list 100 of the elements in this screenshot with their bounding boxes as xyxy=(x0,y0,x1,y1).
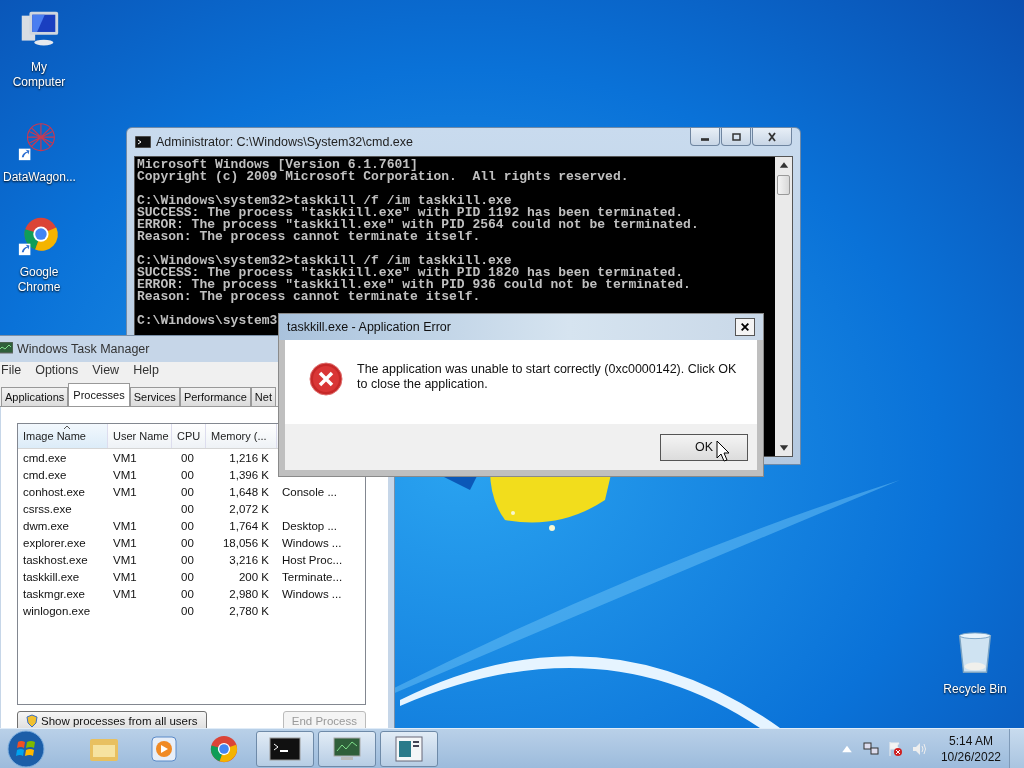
scroll-thumb[interactable] xyxy=(777,175,790,195)
table-cell: VM1 xyxy=(113,485,137,498)
start-button[interactable] xyxy=(6,728,46,768)
table-cell: Terminate... xyxy=(282,570,343,583)
table-cell: 2,980 K xyxy=(229,587,269,600)
vertical-scrollbar[interactable] xyxy=(775,157,792,456)
console-icon xyxy=(269,734,301,763)
clock-date: 10/26/2022 xyxy=(940,748,1001,765)
error-message: The application was unable to start correctly (0xc0000142). Click OK to close the application. xyxy=(357,362,738,392)
cursor-icon xyxy=(716,440,730,462)
table-cell: VM1 xyxy=(113,451,137,464)
table-cell: 00 xyxy=(181,570,194,583)
chrome-icon xyxy=(208,734,240,763)
console-line: Copyright (c) 2009 Microsoft Corporation. All rights reserved. xyxy=(137,171,629,183)
table-cell: 18,056 K xyxy=(222,536,269,549)
maximize-icon xyxy=(730,131,742,142)
console-line: Reason: The process cannot terminate itself. xyxy=(137,291,481,303)
table-cell: 00 xyxy=(181,519,194,532)
ok-button[interactable]: OK xyxy=(660,433,748,461)
table-cell: 00 xyxy=(181,536,194,549)
menu-item[interactable]: Options xyxy=(35,363,79,377)
table-cell: 00 xyxy=(181,587,194,600)
close-button[interactable] xyxy=(752,128,792,146)
table-cell: VM1 xyxy=(113,519,137,532)
console-line: C:\Windows\system3 xyxy=(137,315,278,327)
console-icon xyxy=(135,136,151,148)
table-cell: explorer.exe xyxy=(23,536,86,549)
desktop-icon-label[interactable]: Google Chrome xyxy=(3,265,75,295)
taskbar-button[interactable] xyxy=(318,730,376,767)
console-line: C:\Windows\system32>taskkill /f /im taskkill.exe xyxy=(137,255,512,267)
column-header[interactable]: Image Name xyxy=(18,424,108,448)
taskbar-button[interactable] xyxy=(256,730,314,767)
table-cell: VM1 xyxy=(113,536,137,549)
table-cell: 1,648 K xyxy=(229,485,269,498)
console-line: Microsoft Windows [Version 6.1.7601] xyxy=(137,159,418,171)
table-cell: VM1 xyxy=(113,570,137,583)
table-cell: 00 xyxy=(181,485,194,498)
tab[interactable]: Services xyxy=(129,387,180,406)
clock-time: 5:14 AM xyxy=(948,732,993,749)
tab[interactable]: Net xyxy=(250,387,276,406)
tab[interactable]: Processes xyxy=(68,383,130,406)
table-cell: taskmgr.exe xyxy=(23,587,85,600)
table-cell: Desktop ... xyxy=(282,519,337,532)
table-cell: cmd.exe xyxy=(23,468,67,481)
table-cell: Windows ... xyxy=(282,587,342,600)
console-line: ERROR: The process "taskkill.exe" with PID 936 could not be terminated. xyxy=(137,279,691,291)
table-cell: VM1 xyxy=(113,553,137,566)
table-cell: Windows ... xyxy=(282,536,342,549)
desktop-icon-label[interactable]: DataWagon... xyxy=(3,170,75,185)
table-cell: Host Proc... xyxy=(282,553,343,566)
table-cell: 2,072 K xyxy=(229,502,269,515)
table-cell: 1,396 K xyxy=(229,468,269,481)
table-cell: Console ... xyxy=(282,485,337,498)
sort-caret-icon xyxy=(62,425,71,430)
desktop-icon-label[interactable]: Recycle Bin xyxy=(939,682,1011,697)
tab[interactable]: Performance xyxy=(179,387,251,406)
table-cell: taskhost.exe xyxy=(23,553,88,566)
error-icon xyxy=(309,362,343,396)
clock[interactable]: 5:14 AM 10/26/2022 xyxy=(940,732,1001,765)
column-header[interactable]: CPU xyxy=(172,424,206,448)
shield-icon xyxy=(26,714,38,728)
menu-item[interactable]: Help xyxy=(133,363,159,377)
table-cell: winlogon.exe xyxy=(23,604,91,617)
table-cell: taskkill.exe xyxy=(23,570,80,583)
flag-icon[interactable] xyxy=(886,740,903,757)
table-cell: csrss.exe xyxy=(23,502,72,515)
column-header[interactable]: Memory (... xyxy=(206,424,277,448)
table-cell: 00 xyxy=(181,451,194,464)
window-title: Administrator: C:\Windows\System32\cmd.exe xyxy=(156,135,414,149)
console-line: ERROR: The process "taskkill.exe" with PID 2564 could not be terminated. xyxy=(137,219,699,231)
console-line: SUCCESS: The process "taskkill.exe" with PID 1820 has been terminated. xyxy=(137,267,684,279)
table-cell: 00 xyxy=(181,468,194,481)
table-cell: 1,216 K xyxy=(229,451,269,464)
column-header[interactable]: User Name xyxy=(108,424,172,448)
menu-item[interactable]: View xyxy=(92,363,120,377)
monitor-icon xyxy=(331,734,363,763)
close-icon xyxy=(739,322,751,332)
table-cell: 1,764 K xyxy=(229,519,269,532)
tab[interactable]: Applications xyxy=(1,387,69,406)
desktop-icon-label[interactable]: My Computer xyxy=(3,60,75,90)
console-line: C:\Windows\system32>taskkill /f /im taskkill.exe xyxy=(137,195,512,207)
minimize-button[interactable] xyxy=(690,128,720,146)
table-cell: 200 K xyxy=(238,570,269,583)
table-cell: 2,780 K xyxy=(229,604,269,617)
maximize-button[interactable] xyxy=(721,128,751,146)
table-cell: cmd.exe xyxy=(23,451,67,464)
dialog-title: taskkill.exe - Application Error xyxy=(287,320,451,334)
table-cell: VM1 xyxy=(113,468,137,481)
monitor-icon xyxy=(0,342,13,356)
process-button[interactable]: Show processes from all users xyxy=(17,711,207,731)
console-line: Reason: The process cannot terminate itself. xyxy=(137,231,481,243)
table-cell: dwm.exe xyxy=(23,519,70,532)
menu-item[interactable]: File xyxy=(1,363,22,377)
close-icon xyxy=(766,131,778,142)
network-icon[interactable] xyxy=(862,740,879,757)
table-cell: 00 xyxy=(181,604,194,617)
close-button[interactable] xyxy=(735,318,755,336)
table-cell: VM1 xyxy=(113,587,137,600)
table-cell: conhost.exe xyxy=(23,485,85,498)
window-icon xyxy=(393,734,425,763)
